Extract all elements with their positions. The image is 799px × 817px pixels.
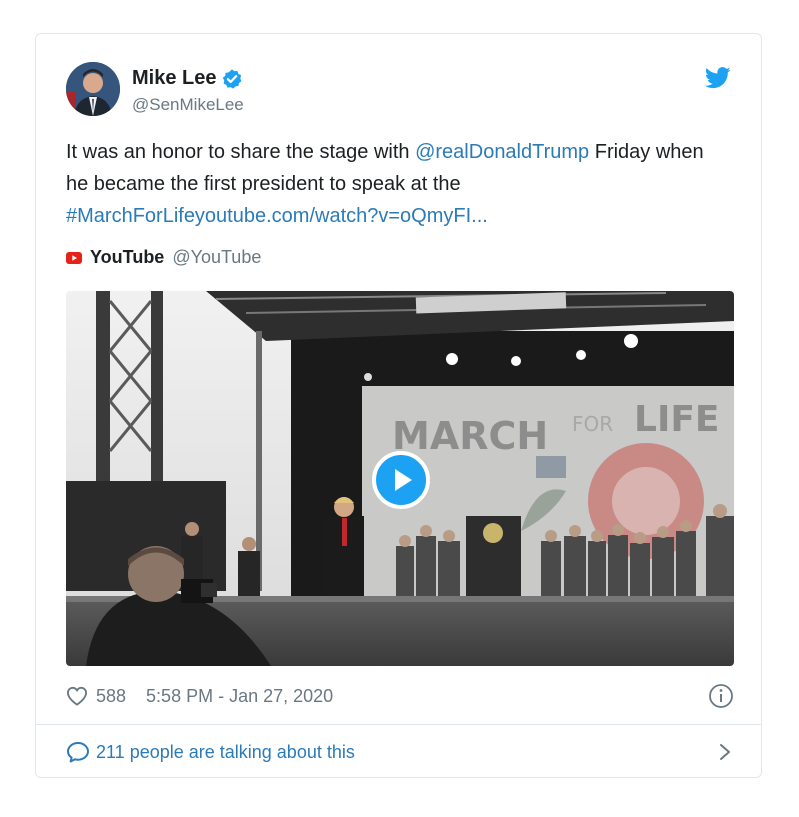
mention-link[interactable]: @realDonaldTrump: [415, 141, 589, 163]
video-thumbnail[interactable]: MARCH FOR LIFE: [66, 291, 734, 666]
author-name[interactable]: Mike Lee: [132, 67, 216, 90]
info-icon[interactable]: [708, 683, 734, 709]
tweet-timestamp[interactable]: 5:58 PM - Jan 27, 2020: [146, 686, 333, 707]
conversation-link[interactable]: 211 people are talking about this: [66, 738, 734, 766]
tweet-meta: 588 5:58 PM - Jan 27, 2020: [66, 682, 734, 710]
chevron-right-icon[interactable]: [718, 742, 732, 762]
banner-text-life: LIFE: [634, 399, 720, 440]
source-name[interactable]: YouTube: [90, 247, 164, 268]
verified-badge-icon: [223, 68, 242, 89]
quoted-source[interactable]: YouTube @YouTube: [66, 247, 261, 268]
author-avatar[interactable]: [66, 62, 120, 116]
tweet-text: It was an honor to share the stage with …: [66, 136, 726, 232]
author-handle[interactable]: @SenMikeLee: [132, 95, 244, 115]
banner-text-for: FOR: [572, 412, 613, 436]
hashtag-url-link[interactable]: #MarchForLifeyoutube.com/watch?v=oQmyFI.…: [66, 205, 488, 227]
twitter-bird-icon[interactable]: [705, 67, 731, 89]
like-count[interactable]: 588: [96, 686, 126, 707]
conversation-text[interactable]: 211 people are talking about this: [96, 742, 355, 763]
footer-divider: [36, 724, 761, 725]
youtube-icon: [66, 251, 82, 264]
avatar-image: [66, 62, 120, 116]
tweet-text-start: It was an honor to share the stage with: [66, 141, 416, 163]
author-name-row[interactable]: Mike Lee: [132, 67, 243, 90]
tweet-card: Mike Lee @SenMikeLee It was an honor to …: [35, 33, 762, 778]
heart-icon[interactable]: [66, 686, 88, 706]
speech-bubble-icon: [67, 742, 89, 763]
play-icon[interactable]: [372, 451, 430, 509]
source-handle[interactable]: @YouTube: [172, 247, 261, 268]
